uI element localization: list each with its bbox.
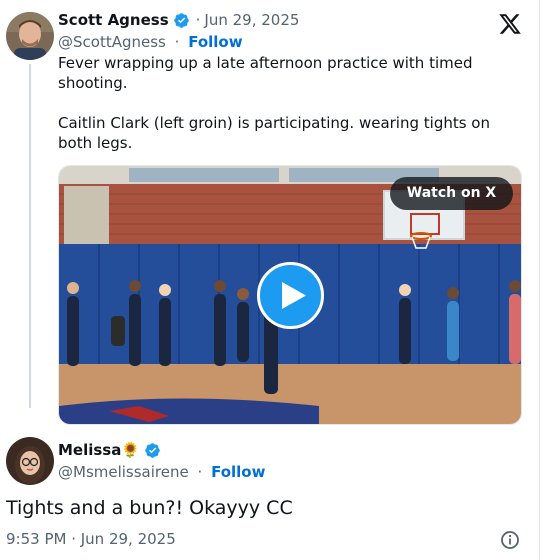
info-icon[interactable] <box>500 530 520 550</box>
reply-handle-row: @Msmelissairene · Follow <box>58 463 265 481</box>
verified-badge-icon <box>144 442 161 459</box>
verified-badge-icon <box>173 12 190 29</box>
thread-connector <box>29 64 31 408</box>
watch-on-x-button[interactable]: Watch on X <box>390 177 513 210</box>
avatar[interactable] <box>6 437 54 485</box>
date-separator: · <box>195 11 201 29</box>
tweet-date[interactable]: Jun 29, 2025 <box>204 11 299 29</box>
play-icon[interactable] <box>257 262 324 329</box>
follow-button[interactable]: Follow <box>188 33 242 51</box>
follow-button[interactable]: Follow <box>211 463 265 481</box>
avatar[interactable] <box>6 12 54 60</box>
x-logo-icon[interactable] <box>498 12 522 36</box>
reply-author-name[interactable]: Melissa <box>58 441 121 459</box>
author-handle[interactable]: @ScottAgness <box>58 33 166 51</box>
follow-separator: · <box>197 463 203 481</box>
follow-separator: · <box>174 33 180 51</box>
author-row: Scott Agness · Jun 29, 2025 <box>58 11 299 29</box>
sunflower-emoji: 🌻 <box>121 441 141 459</box>
reply-author-handle[interactable]: @Msmelissairene <box>58 463 189 481</box>
reply-author-row: Melissa 🌻 <box>58 441 161 459</box>
handle-row: @ScottAgness · Follow <box>58 33 243 51</box>
reply-timestamp[interactable]: 9:53 PM · Jun 29, 2025 <box>6 530 176 548</box>
reply-text: Tights and a bun?! Okayyy CC <box>6 497 293 519</box>
tweet-text: Fever wrapping up a late afternoon pract… <box>58 54 490 152</box>
author-name[interactable]: Scott Agness <box>58 11 169 29</box>
embedded-tweet-card: Scott Agness · Jun 29, 2025 @ScottAgness… <box>0 0 540 560</box>
